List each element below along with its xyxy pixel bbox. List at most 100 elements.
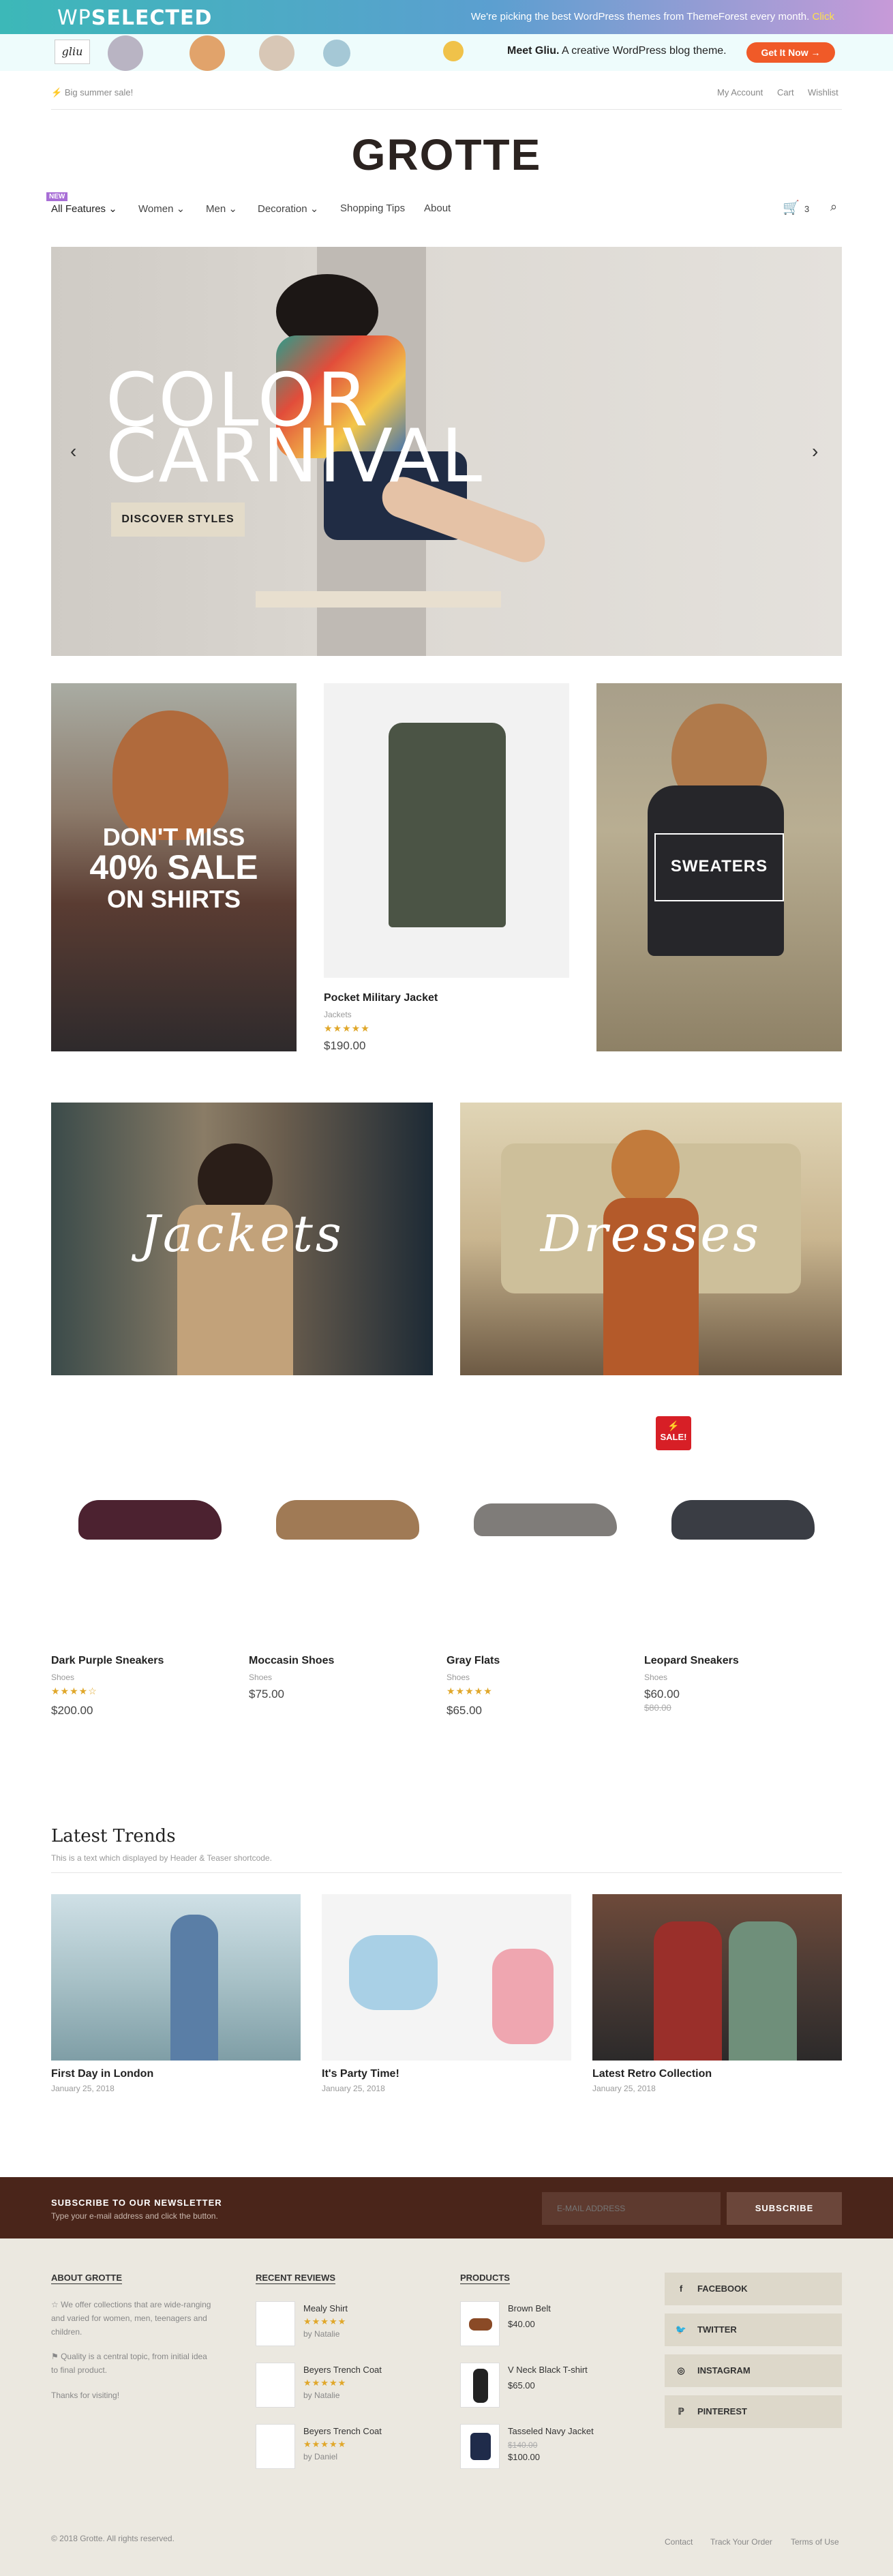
review-thumbnail[interactable] xyxy=(256,2301,295,2346)
site-logo[interactable]: GROTTE xyxy=(0,130,893,180)
post-image[interactable] xyxy=(322,1894,571,2061)
ad-tagline: Meet Gliu. A creative WordPress blog the… xyxy=(507,45,727,57)
footer-link-track-order[interactable]: Track Your Order xyxy=(710,2535,772,2549)
footer-heading: RECENT REVIEWS xyxy=(256,2273,336,2283)
jackets-category-banner[interactable]: Jackets xyxy=(51,1103,433,1375)
model-image xyxy=(112,710,228,840)
post-image[interactable] xyxy=(592,1894,842,2061)
tshirt-image xyxy=(473,2369,488,2403)
rating-stars: ★★★★★ xyxy=(303,2316,347,2326)
post-title[interactable]: Latest Retro Collection xyxy=(592,2068,712,2080)
get-it-now-button[interactable]: Get It Now → xyxy=(746,42,835,63)
sale-line-2: 40% SALE xyxy=(89,848,258,886)
cart-icon[interactable]: 🛒 xyxy=(783,199,800,216)
footer-product-price: $65.00 xyxy=(508,2380,535,2391)
dresses-category-banner[interactable]: Dresses xyxy=(460,1103,842,1375)
discover-styles-button[interactable]: DISCOVER STYLES xyxy=(111,503,245,537)
footer-heading: ABOUT GROTTE xyxy=(51,2273,122,2283)
product-image[interactable] xyxy=(276,1500,419,1540)
nav-about[interactable]: About xyxy=(424,203,451,214)
cart-link[interactable]: Cart xyxy=(777,87,794,98)
my-account-link[interactable]: My Account xyxy=(717,87,763,98)
footer-product-name[interactable]: Brown Belt xyxy=(508,2303,551,2313)
newsletter-section: SUBSCRIBE TO OUR NEWSLETTER Type your e-… xyxy=(0,2177,893,2238)
sweaters-tile[interactable]: SWEATERS xyxy=(596,683,842,1051)
search-icon[interactable]: ⌕ xyxy=(830,200,837,214)
email-input[interactable] xyxy=(542,2192,721,2225)
review-thumbnail[interactable] xyxy=(256,2363,295,2408)
product-image[interactable] xyxy=(78,1500,222,1540)
nav-shopping-tips[interactable]: Shopping Tips xyxy=(340,203,405,214)
next-arrow-icon[interactable]: › xyxy=(812,440,818,462)
section-title: Latest Trends xyxy=(51,1826,176,1846)
post-title[interactable]: First Day in London xyxy=(51,2068,153,2080)
shirts-sale-tile[interactable]: DON'T MISS 40% SALE ON SHIRTS xyxy=(51,683,297,1051)
footer-about-text: Thanks for visiting! xyxy=(51,2391,120,2400)
footer-link-contact[interactable]: Contact xyxy=(665,2535,693,2549)
post-date: January 25, 2018 xyxy=(592,2084,656,2093)
footer-about-text: ☆ We offer collections that are wide-ran… xyxy=(51,2300,211,2337)
newsletter-subtitle: Type your e-mail address and click the b… xyxy=(51,2211,218,2221)
nav-men[interactable]: Men ⌄ xyxy=(206,203,237,215)
hero-slider[interactable]: COLOR CARNIVAL DISCOVER STYLES ‹ › xyxy=(51,247,842,656)
product-image[interactable] xyxy=(671,1500,815,1540)
model-image xyxy=(611,1130,680,1205)
facebook-icon: f xyxy=(679,2283,683,2294)
product-name[interactable]: Leopard Sneakers xyxy=(644,1655,739,1667)
product-price: $65.00 xyxy=(446,1704,482,1717)
product-thumbnail[interactable] xyxy=(460,2301,500,2346)
footer-product-name[interactable]: V Neck Black T-shirt xyxy=(508,2365,588,2375)
product-category[interactable]: Shoes xyxy=(51,1673,74,1682)
prev-arrow-icon[interactable]: ‹ xyxy=(70,440,76,462)
wpselected-logo[interactable]: WPSELECTED xyxy=(57,6,212,30)
nav-decoration[interactable]: Decoration ⌄ xyxy=(258,203,318,215)
footer-product-name[interactable]: Tasseled Navy Jacket xyxy=(508,2426,594,2436)
product-thumbnail[interactable] xyxy=(460,2363,500,2408)
pinterest-button[interactable]: ℙ PINTEREST xyxy=(665,2395,842,2428)
review-author: by Natalie xyxy=(303,2391,340,2400)
nav-women[interactable]: Women ⌄ xyxy=(138,203,185,215)
product-category[interactable]: Shoes xyxy=(446,1673,470,1682)
post-image[interactable] xyxy=(51,1894,301,2061)
instagram-button[interactable]: ◎ INSTAGRAM xyxy=(665,2354,842,2387)
ad-banner[interactable]: gliu Meet Gliu. A creative WordPress blo… xyxy=(0,34,893,71)
belt-image xyxy=(469,2318,492,2331)
sweaters-label: SWEATERS xyxy=(670,857,768,875)
review-thumbnail[interactable] xyxy=(256,2424,295,2469)
product-old-price: $80.00 xyxy=(644,1703,671,1713)
topbar-click-link[interactable]: Click xyxy=(813,11,835,23)
nav-all-features[interactable]: All Features ⌄ xyxy=(51,203,117,215)
product-thumbnail[interactable] xyxy=(460,2424,500,2469)
product-name[interactable]: Gray Flats xyxy=(446,1655,500,1667)
star-icon: ☆ xyxy=(51,2300,61,2309)
product-category[interactable]: Shoes xyxy=(644,1673,667,1682)
product-category[interactable]: Jackets xyxy=(324,1010,352,1019)
review-product-name[interactable]: Mealy Shirt xyxy=(303,2303,348,2313)
product-price: $60.00 xyxy=(644,1688,680,1701)
twitter-button[interactable]: 🐦 TWITTER xyxy=(665,2313,842,2346)
review-author: by Natalie xyxy=(303,2329,340,2339)
wishlist-link[interactable]: Wishlist xyxy=(808,87,838,98)
footer: ABOUT GROTTE ☆ We offer collections that… xyxy=(0,2238,893,2576)
subscribe-button[interactable]: SUBSCRIBE xyxy=(727,2192,842,2225)
review-product-name[interactable]: Beyers Trench Coat xyxy=(303,2365,382,2375)
instagram-icon: ◎ xyxy=(677,2365,685,2376)
featured-product-image[interactable] xyxy=(324,683,569,978)
product-name[interactable]: Pocket Military Jacket xyxy=(324,992,438,1004)
hero-title: CARNIVAL xyxy=(106,414,483,499)
twitter-icon: 🐦 xyxy=(675,2324,687,2335)
footer-about-text: ⚑ Quality is a central topic, from initi… xyxy=(51,2352,207,2375)
pinterest-icon: ℙ xyxy=(678,2406,684,2416)
product-image[interactable] xyxy=(474,1503,617,1536)
product-name[interactable]: Moccasin Shoes xyxy=(249,1655,334,1667)
post-title[interactable]: It's Party Time! xyxy=(322,2068,399,2080)
product-category[interactable]: Shoes xyxy=(249,1673,272,1682)
gliu-logo: gliu xyxy=(55,40,90,64)
facebook-button[interactable]: f FACEBOOK xyxy=(665,2273,842,2305)
promo-note: ⚡ Big summer sale! xyxy=(51,87,134,98)
footer-link-terms[interactable]: Terms of Use xyxy=(791,2535,839,2549)
product-name[interactable]: Dark Purple Sneakers xyxy=(51,1655,164,1667)
chevron-down-icon: ⌄ xyxy=(309,203,319,215)
rating-stars: ★★★★★ xyxy=(303,2378,347,2388)
review-product-name[interactable]: Beyers Trench Coat xyxy=(303,2426,382,2436)
